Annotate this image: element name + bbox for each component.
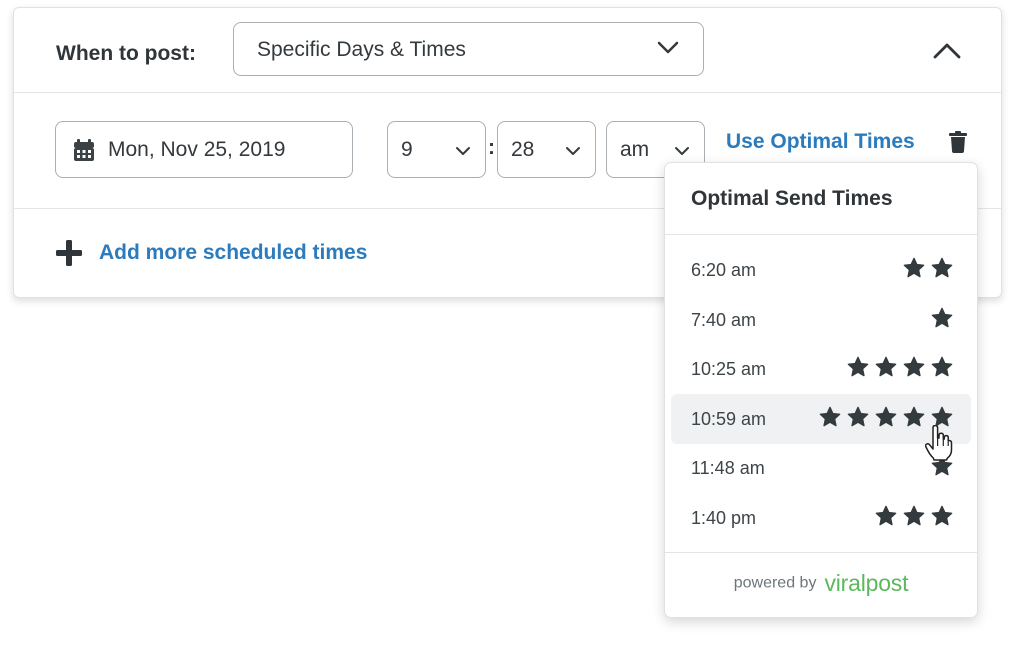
star-icon: [903, 356, 925, 377]
star-icon: [847, 356, 869, 377]
plus-icon: [56, 240, 82, 266]
chevron-down-icon: [566, 147, 580, 155]
optimal-time: 10:59 am: [691, 409, 767, 429]
powered-by-footer: powered by viralpost: [665, 570, 977, 597]
star-rating: [875, 505, 953, 527]
star-icon: [847, 406, 869, 427]
star-icon: [931, 257, 953, 278]
star-icon: [875, 406, 897, 427]
ampm-value: am: [620, 138, 650, 161]
divider: [665, 552, 977, 553]
star-rating: [931, 307, 953, 329]
when-to-post-row: When to post: Specific Days & Times: [14, 8, 1001, 93]
optimal-time: 10:25 am: [691, 359, 767, 379]
optimal-time-row[interactable]: 6:20 am: [671, 245, 971, 295]
hour-select[interactable]: 9: [387, 121, 486, 178]
optimal-time: 6:20 am: [691, 260, 757, 280]
divider: [665, 234, 977, 235]
optimal-send-times-popover: Optimal Send Times 6:20 am 7:40 am 10:25…: [664, 162, 978, 618]
star-icon: [875, 356, 897, 377]
minute-select[interactable]: 28: [497, 121, 596, 178]
use-optimal-times-link[interactable]: Use Optimal Times: [726, 130, 915, 154]
add-more-label: Add more scheduled times: [99, 241, 368, 264]
star-icon: [931, 356, 953, 377]
star-icon: [931, 505, 953, 526]
optimal-time-row[interactable]: 10:25 am: [671, 344, 971, 394]
star-icon: [819, 406, 841, 427]
hand-pointer-icon: [925, 425, 953, 461]
star-icon: [875, 505, 897, 526]
star-icon: [903, 505, 925, 526]
powered-by-text: powered by: [733, 574, 817, 592]
star-icon: [903, 257, 925, 278]
calendar-icon: [74, 139, 94, 161]
minute-value: 28: [511, 138, 535, 161]
chevron-up-icon[interactable]: [932, 40, 962, 62]
optimal-time-row[interactable]: 1:40 pm: [671, 493, 971, 543]
time-separator: :: [488, 136, 495, 159]
optimal-time: 11:48 am: [691, 458, 765, 478]
star-rating: [847, 356, 953, 378]
optimal-time-row[interactable]: 7:40 am: [671, 295, 971, 345]
viralpost-logo: viralpost: [824, 570, 909, 596]
star-icon: [903, 406, 925, 427]
hour-value: 9: [401, 138, 413, 161]
optimal-time: 7:40 am: [691, 310, 757, 330]
frequency-select[interactable]: Specific Days & Times: [233, 22, 704, 76]
star-rating: [903, 257, 953, 279]
date-value: Mon, Nov 25, 2019: [108, 138, 286, 161]
chevron-down-icon: [657, 41, 679, 54]
chevron-down-icon: [675, 147, 689, 155]
when-to-post-label: When to post:: [56, 42, 196, 65]
optimal-time: 1:40 pm: [691, 508, 757, 528]
date-field[interactable]: Mon, Nov 25, 2019: [55, 121, 353, 178]
star-icon: [931, 307, 953, 328]
chevron-down-icon: [456, 147, 470, 155]
frequency-value: Specific Days & Times: [257, 38, 466, 61]
trash-icon[interactable]: [949, 131, 967, 153]
popover-title: Optimal Send Times: [691, 187, 893, 210]
